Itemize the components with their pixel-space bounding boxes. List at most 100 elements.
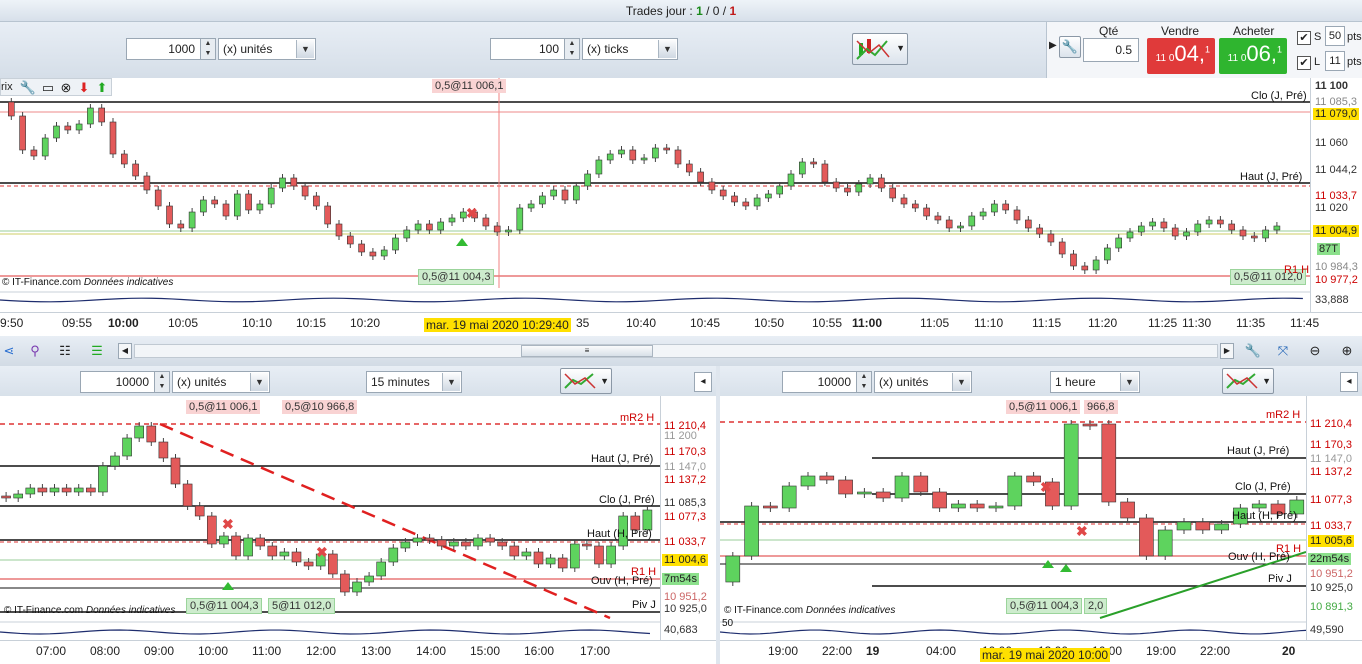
candle	[403, 229, 411, 239]
zoom-fit-icon[interactable]: ⤧	[1274, 342, 1292, 360]
candle	[1157, 529, 1173, 557]
left-trade-tag-c[interactable]: 0,5@11 004,3	[186, 598, 263, 614]
left-price-axis[interactable]: 11 210,4 11 200 11 170,3 11 147,0 11 137…	[660, 396, 716, 640]
top-price-axis[interactable]: 11 100 11 085,3 11 079,0 11 060 11 044,2…	[1310, 78, 1362, 312]
candle	[798, 161, 806, 175]
time-tick-label: 11:20	[1088, 316, 1118, 330]
left-trade-tag-d[interactable]: 5@11 012,0	[268, 598, 336, 614]
level-label-r1: R1 H	[1284, 264, 1310, 276]
wrench-icon[interactable]: 🔧	[19, 79, 37, 97]
magnet-icon[interactable]: ⚲	[26, 342, 44, 360]
trade-tag-sell[interactable]: 0,5@11 006,1	[432, 79, 507, 93]
order-qty-input[interactable]: 0.5	[1083, 38, 1139, 62]
chevron-down-icon[interactable]: ▼	[442, 373, 460, 391]
left-qty-stepper[interactable]: 10000 ▲ ▼	[80, 371, 170, 393]
level-label-piv: Piv J	[632, 599, 656, 611]
candle	[663, 147, 671, 151]
right-qty-stepper[interactable]: 10000 ▲ ▼	[782, 371, 872, 393]
wrench-icon[interactable]: 🔧	[1059, 36, 1081, 58]
left-unit-select[interactable]: (x) unités ▼	[172, 371, 270, 393]
down-arrow-icon[interactable]: ⬇	[75, 79, 93, 97]
left-trade-tag-b[interactable]: 0,5@10 966,8	[282, 400, 358, 414]
limit-checkbox[interactable]: ✔	[1297, 56, 1311, 70]
axis-label-last-price: 11 004,6	[662, 554, 709, 566]
share-icon[interactable]: ⋖	[0, 342, 18, 360]
candle	[327, 553, 338, 575]
left-period-select[interactable]: 15 minutes ▼	[366, 371, 462, 393]
limit-input[interactable]: 11	[1325, 51, 1345, 71]
zoom-out-icon[interactable]: ⊖	[1306, 342, 1324, 360]
panel-splitter[interactable]	[716, 366, 720, 664]
right-period-select[interactable]: 1 heure ▼	[1050, 371, 1140, 393]
right-price-axis[interactable]: 11 210,4 11 170,3 11 147,0 11 137,2 11 0…	[1306, 396, 1362, 640]
time-tick-label: 07:00	[36, 644, 67, 658]
top-time-axis[interactable]: 9:50 09:55 10:00 10:05 10:10 10:15 10:20 35 10:4…	[0, 312, 1362, 336]
sell-marker-icon: ✖	[316, 544, 328, 560]
stepper-arrows-icon[interactable]: ▲ ▼	[154, 372, 169, 392]
candle	[346, 235, 354, 245]
axis-label: 11 137,2	[1310, 466, 1353, 478]
buy-button[interactable]: 11 006,1	[1219, 38, 1287, 74]
level-label-clo: Clo (J, Pré)	[599, 494, 655, 506]
time-tick-label: 09:55	[62, 316, 93, 330]
candle	[166, 205, 173, 225]
time-tick-label: 10:00	[108, 316, 139, 330]
right-trade-tag-b[interactable]: 966,8	[1084, 400, 1118, 414]
candle	[618, 149, 625, 155]
right-time-axis[interactable]: 19:0022:001904:0010:0013:0016:0019:0022:…	[720, 640, 1362, 664]
candle	[582, 543, 592, 547]
scrollbar-track[interactable]: ≡	[134, 344, 1218, 358]
scroll-left-button[interactable]: ◀	[118, 343, 132, 359]
candle	[1058, 241, 1066, 255]
sell-button[interactable]: 11 004,1	[1147, 38, 1215, 74]
left-chart-area[interactable]: ✖ ✖ 0,5@11 006,1 0,5@10 966,8 0,5@11 004,…	[0, 396, 660, 640]
right-trade-tag-c[interactable]: 0,5@11 004,3	[1006, 598, 1083, 614]
candle	[763, 505, 778, 509]
left-chart-type-button[interactable]: ▼	[560, 368, 612, 394]
chevron-down-icon[interactable]: ▼	[952, 373, 970, 391]
unit-select[interactable]: (x) unités ▼	[218, 38, 316, 60]
chevron-down-icon[interactable]: ▼	[296, 40, 314, 58]
time-tick-label: 10:50	[754, 316, 785, 330]
candle	[968, 215, 976, 227]
left-time-axis[interactable]: 07:00 08:00 09:00 10:00 11:00 12:00 13:00 14:00…	[0, 640, 716, 664]
stepper-arrows-icon[interactable]: ▲ ▼	[564, 39, 579, 59]
chevron-down-icon[interactable]: ▼	[658, 40, 676, 58]
right-trade-tag-a[interactable]: 0,5@11 006,1	[1006, 400, 1081, 414]
window-icon[interactable]: ▭	[39, 79, 57, 97]
stepper-arrows-icon[interactable]: ▲ ▼	[856, 372, 871, 392]
scrollbar-thumb[interactable]: ≡	[521, 345, 653, 357]
quantity-stepper[interactable]: 1000 ▲ ▼	[126, 38, 216, 60]
right-unit-select[interactable]: (x) unités ▼	[874, 371, 972, 393]
up-arrow-icon[interactable]: ⬆	[93, 79, 111, 97]
watermark-note: Données indicatives	[85, 605, 176, 616]
close-icon[interactable]: ⊗	[57, 79, 75, 97]
list-icon[interactable]: ☷	[56, 342, 74, 360]
tools-icon[interactable]: 🔧	[1244, 342, 1262, 360]
right-trade-tag-d[interactable]: 2,0	[1084, 598, 1108, 614]
top-chart-area[interactable]: ✖ rix 🔧 ▭ ⊗ ⬇ ⬆ 0,5@11 006,1 0,5@11 004,…	[0, 78, 1310, 312]
collapse-arrow-icon[interactable]: ▶	[1049, 40, 1057, 51]
zoom-in-icon[interactable]: ⊕	[1338, 342, 1356, 360]
top-chart-canvas[interactable]: ✖	[0, 78, 1310, 312]
chart-type-button[interactable]: ▼	[852, 33, 908, 65]
left-panel-side-button[interactable]: ◂	[694, 372, 712, 392]
right-chart-area[interactable]: ✖ ✖ 0,5@11 006,1 966,8 0,5@11 004,3 2,0 m…	[719, 396, 1361, 640]
candle	[279, 177, 286, 189]
chevron-down-icon[interactable]: ▼	[250, 373, 268, 391]
right-panel-side-button[interactable]: ◂	[1340, 372, 1358, 392]
chevron-down-icon[interactable]: ▼	[1120, 373, 1138, 391]
stop-input[interactable]: 50	[1325, 26, 1345, 46]
columns-icon[interactable]: ☰	[88, 342, 106, 360]
candle	[819, 475, 835, 481]
left-trade-tag-a[interactable]: 0,5@11 006,1	[186, 400, 261, 414]
ticks-stepper[interactable]: 100 ▲ ▼	[490, 38, 580, 60]
candle	[1205, 219, 1213, 225]
trade-tag-buy[interactable]: 0,5@11 004,3	[418, 269, 495, 285]
stepper-arrows-icon[interactable]: ▲ ▼	[200, 39, 215, 59]
scroll-right-button[interactable]: ▶	[1220, 343, 1234, 359]
stop-checkbox[interactable]: ✔	[1297, 31, 1311, 45]
candle	[41, 137, 49, 157]
ticks-unit-select[interactable]: (x) ticks ▼	[582, 38, 678, 60]
right-chart-type-button[interactable]: ▼	[1222, 368, 1274, 394]
